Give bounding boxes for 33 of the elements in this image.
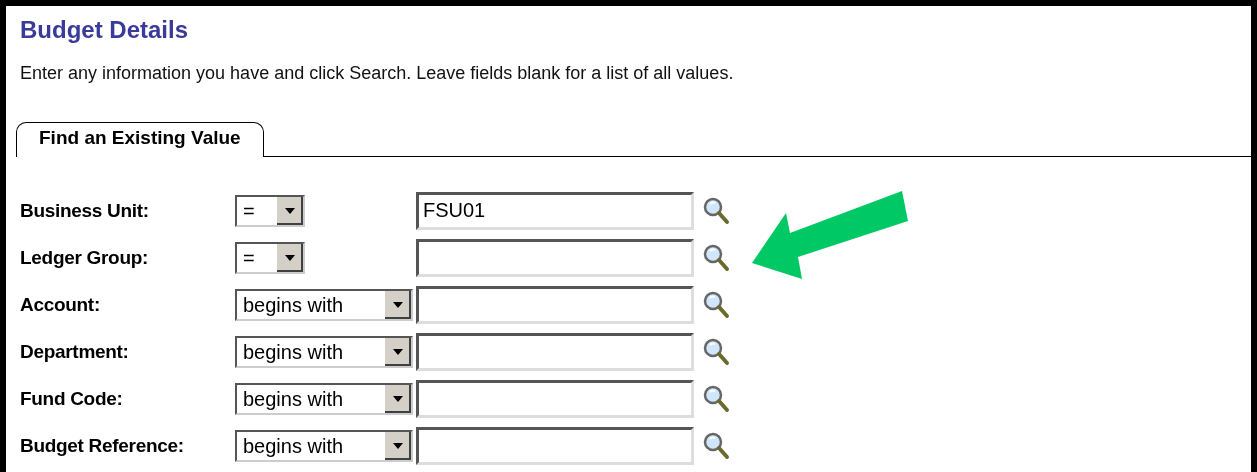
caret-icon <box>392 441 404 450</box>
value-field[interactable] <box>416 379 694 418</box>
tab[interactable]: Find an Existing Value <box>16 122 264 157</box>
caret-icon <box>284 206 296 215</box>
field-label: Business Unit: <box>20 199 150 222</box>
caret-icon <box>392 300 404 309</box>
operator-dropdown[interactable]: begins with <box>235 382 413 415</box>
operator-dropdown[interactable]: = <box>235 241 305 274</box>
search-icon[interactable] <box>702 289 730 320</box>
value-field[interactable] <box>416 332 694 371</box>
field-label: Department: <box>20 340 130 363</box>
caret-icon <box>392 394 404 403</box>
search-icon[interactable] <box>702 430 730 461</box>
caret-icon <box>284 253 296 262</box>
operator-dropdown[interactable]: begins with <box>235 429 413 462</box>
operator-dropdown[interactable]: = <box>235 194 305 227</box>
field-label: Ledger Group: <box>20 246 150 269</box>
value-field[interactable] <box>416 285 694 324</box>
instructions-text: Enter any information you have and click Search. Leave fields blank for a list of all values. <box>20 63 735 84</box>
field-label: Budget Reference: <box>20 434 185 457</box>
search-icon[interactable] <box>702 383 730 414</box>
caret-icon <box>392 347 404 356</box>
operator-dropdown[interactable]: begins with <box>235 288 413 321</box>
search-icon[interactable] <box>702 242 730 273</box>
value-field[interactable] <box>416 426 694 465</box>
field-label: Fund Code: <box>20 387 124 410</box>
search-icon[interactable] <box>702 336 730 367</box>
field-label: Account: <box>20 293 101 316</box>
operator-dropdown[interactable]: begins with <box>235 335 413 368</box>
page-title: Budget Details <box>20 16 190 45</box>
search-icon[interactable] <box>702 195 730 226</box>
value-field[interactable] <box>416 238 694 277</box>
value-field[interactable]: FSU01 <box>416 191 694 230</box>
